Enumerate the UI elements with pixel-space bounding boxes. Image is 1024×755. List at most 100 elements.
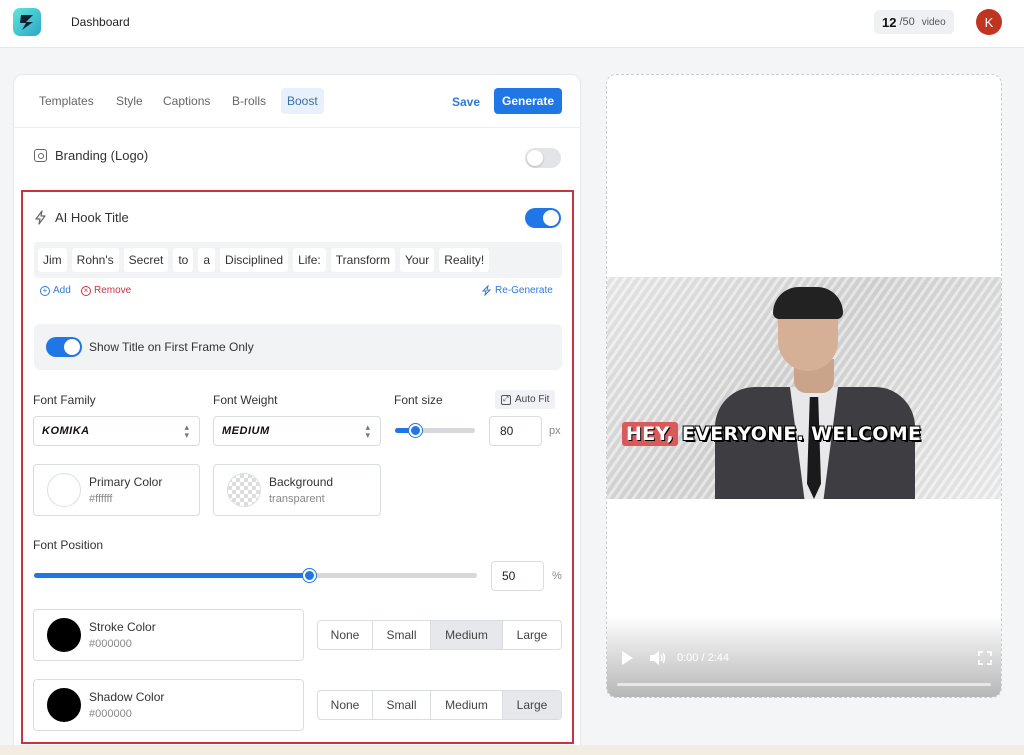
font-family-select[interactable]: KOMIKA ▴▾ [33, 416, 200, 446]
add-word-button[interactable]: + Add [40, 285, 71, 296]
stroke-color-card[interactable]: Stroke Color #000000 [33, 609, 304, 661]
top-bar: Dashboard 12 /50 video K [0, 0, 1024, 48]
auto-fit-button[interactable]: ⤢ Auto Fit [495, 390, 555, 409]
caption-overlay: HEY, EVERYONE. WELCOME [622, 422, 921, 446]
primary-color-card[interactable]: Primary Color #ffffff [33, 464, 200, 516]
first-frame-label: Show Title on First Frame Only [89, 340, 254, 354]
font-weight-label: Font Weight [213, 393, 277, 407]
remove-word-button[interactable]: × Remove [81, 285, 131, 296]
tab-captions[interactable]: Captions [157, 88, 216, 114]
add-label: Add [53, 285, 71, 296]
font-position-input[interactable]: 50 [491, 561, 544, 591]
stroke-small-option[interactable]: Small [373, 621, 431, 649]
hook-word[interactable]: Life: [293, 248, 326, 272]
shadow-color-card[interactable]: Shadow Color #000000 [33, 679, 304, 731]
hook-word[interactable]: Disciplined [220, 248, 288, 272]
regenerate-label: Re-Generate [495, 285, 553, 296]
hook-title-label: AI Hook Title [55, 210, 129, 225]
background-color-value: transparent [269, 493, 325, 505]
stroke-large-option[interactable]: Large [503, 621, 561, 649]
font-position-slider[interactable] [34, 573, 477, 578]
stroke-medium-option[interactable]: Medium [431, 621, 503, 649]
quota-unit: video [922, 17, 946, 28]
hook-word[interactable]: Your [400, 248, 434, 272]
save-button[interactable]: Save [452, 95, 480, 109]
branding-label: Branding (Logo) [55, 148, 148, 163]
font-weight-value: MEDIUM [222, 425, 270, 437]
video-preview-panel: HEY, EVERYONE. WELCOME 0:00 / 2:44 [606, 74, 1002, 698]
first-frame-row: Show Title on First Frame Only [34, 324, 562, 370]
stroke-color-value: #000000 [89, 638, 132, 650]
background-color-label: Background [269, 475, 333, 489]
lightning-icon [34, 210, 47, 225]
fullscreen-icon[interactable] [978, 651, 992, 665]
first-frame-toggle[interactable] [46, 337, 82, 357]
background-color-swatch[interactable] [227, 473, 261, 507]
shadow-color-label: Shadow Color [89, 690, 164, 704]
font-position-label: Font Position [33, 538, 103, 552]
plus-icon: + [40, 286, 50, 296]
background-color-card[interactable]: Background transparent [213, 464, 381, 516]
font-size-unit: px [549, 425, 561, 437]
play-icon[interactable] [620, 650, 634, 666]
hook-word[interactable]: Rohn's [72, 248, 119, 272]
stroke-size-segmented: None Small Medium Large [317, 620, 562, 650]
hook-word[interactable]: Reality! [439, 248, 489, 272]
tab-boost[interactable]: Boost [281, 88, 324, 114]
hook-word[interactable]: Secret [124, 248, 169, 272]
bottom-strip [0, 745, 1024, 755]
primary-color-swatch[interactable] [47, 473, 81, 507]
generate-button[interactable]: Generate [494, 88, 562, 114]
shadow-small-option[interactable]: Small [373, 691, 431, 719]
font-size-input[interactable]: 80 [489, 416, 542, 446]
user-avatar[interactable]: K [976, 9, 1002, 35]
font-position-slider-knob[interactable] [303, 569, 316, 582]
stroke-color-swatch[interactable] [47, 618, 81, 652]
shadow-large-option[interactable]: Large [503, 691, 561, 719]
font-size-slider[interactable] [395, 428, 475, 433]
stroke-none-option[interactable]: None [318, 621, 373, 649]
tab-bar: Templates Style Captions B-rolls Boost S… [14, 75, 580, 128]
font-position-unit: % [552, 570, 562, 582]
hook-word[interactable]: to [173, 248, 193, 272]
presenter-hair [773, 287, 843, 319]
regenerate-bolt-icon [481, 285, 492, 296]
volume-icon[interactable] [649, 650, 667, 666]
hook-words-box: Jim Rohn's Secret to a Disciplined Life:… [34, 242, 562, 278]
tab-b-rolls[interactable]: B-rolls [226, 88, 272, 114]
video-time: 0:00 / 2:44 [677, 652, 729, 664]
video-progress-bar[interactable] [617, 683, 991, 686]
settings-panel: Templates Style Captions B-rolls Boost S… [13, 74, 581, 755]
primary-color-label: Primary Color [89, 475, 162, 489]
caption-text: EVERYONE. WELCOME [682, 423, 921, 445]
auto-fit-icon: ⤢ [501, 395, 511, 405]
quota-used: 12 [882, 15, 896, 30]
auto-fit-label: Auto Fit [515, 394, 549, 405]
close-icon: × [81, 286, 91, 296]
shadow-size-segmented: None Small Medium Large [317, 690, 562, 720]
primary-color-value: #ffffff [89, 493, 112, 505]
branding-toggle[interactable] [525, 148, 561, 168]
stroke-color-label: Stroke Color [89, 620, 156, 634]
app-logo[interactable] [13, 8, 41, 36]
hook-title-toggle[interactable] [525, 208, 561, 228]
shadow-color-swatch[interactable] [47, 688, 81, 722]
chevron-updown-icon: ▴▾ [365, 423, 370, 439]
regenerate-button[interactable]: Re-Generate [481, 285, 553, 296]
remove-label: Remove [94, 285, 131, 296]
font-family-label: Font Family [33, 393, 96, 407]
tab-templates[interactable]: Templates [33, 88, 100, 114]
shadow-medium-option[interactable]: Medium [431, 691, 503, 719]
font-size-slider-knob[interactable] [409, 424, 422, 437]
logo-bolt-icon [19, 13, 35, 31]
font-weight-select[interactable]: MEDIUM ▴▾ [213, 416, 381, 446]
hook-word[interactable]: Jim [38, 248, 67, 272]
video-frame[interactable]: HEY, EVERYONE. WELCOME [607, 277, 1002, 499]
font-position-slider-fill [34, 573, 309, 578]
image-icon [34, 149, 47, 162]
video-quota-badge: 12 /50 video [874, 10, 954, 34]
hook-word[interactable]: a [198, 248, 215, 272]
shadow-none-option[interactable]: None [318, 691, 373, 719]
hook-word[interactable]: Transform [331, 248, 395, 272]
tab-style[interactable]: Style [110, 88, 149, 114]
